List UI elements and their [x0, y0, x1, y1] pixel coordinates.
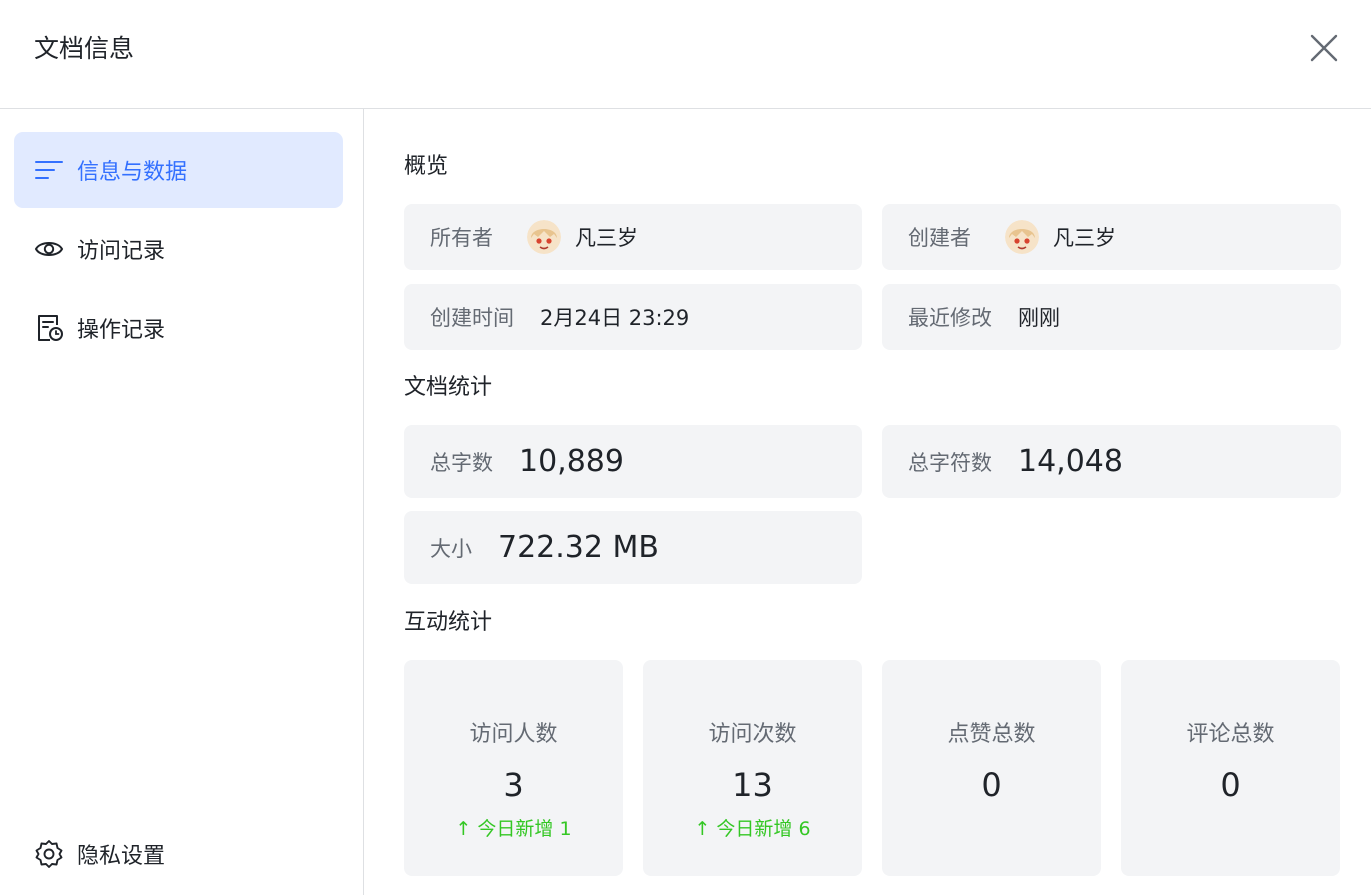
visitors-card: 访问人数 3 ↑ 今日新增 1 [404, 660, 623, 876]
privacy-settings-label: 隐私设置 [77, 844, 166, 869]
size-label: 大小 [430, 536, 472, 561]
modified-time-card: 最近修改 刚刚 [882, 284, 1341, 350]
visitors-label: 访问人数 [469, 722, 558, 747]
sidebar-item-info[interactable]: 信息与数据 [14, 132, 343, 208]
visitors-delta: ↑ 今日新增 1 [455, 818, 572, 840]
doc-stats-title: 文档统计 [404, 375, 493, 400]
size-card: 大小 722.32 MB [404, 511, 862, 584]
privacy-settings-button[interactable]: 隐私设置 [14, 816, 343, 892]
owner-card: 所有者 凡三岁 [404, 204, 862, 270]
char-count-value: 14,048 [1018, 444, 1123, 479]
created-time-card: 创建时间 2月24日 23:29 [404, 284, 862, 350]
modified-time-label: 最近修改 [908, 306, 992, 330]
sidebar: 信息与数据 访问记录 操作记录 隐私设置 [0, 109, 364, 895]
gear-icon [34, 839, 64, 869]
owner-name[interactable]: 凡三岁 [575, 222, 638, 252]
likes-value: 0 [981, 766, 1002, 804]
word-count-label: 总字数 [430, 450, 493, 475]
created-time-value: 2月24日 23:29 [540, 306, 690, 330]
comments-label: 评论总数 [1186, 722, 1275, 747]
visits-label: 访问次数 [708, 722, 797, 747]
close-button[interactable] [1304, 28, 1344, 68]
list-icon [34, 155, 64, 185]
size-value: 722.32 MB [498, 530, 659, 565]
sidebar-item-label: 信息与数据 [77, 160, 188, 185]
interaction-title: 互动统计 [404, 610, 493, 635]
visitors-value: 3 [503, 766, 524, 804]
char-count-label: 总字符数 [908, 450, 992, 475]
owner-label: 所有者 [430, 226, 493, 250]
dialog-header: 文档信息 [0, 0, 1371, 109]
likes-label: 点赞总数 [947, 722, 1036, 747]
avatar[interactable] [1005, 220, 1039, 254]
overview-title: 概览 [404, 154, 449, 179]
sidebar-item-visits[interactable]: 访问记录 [14, 211, 343, 287]
char-count-card: 总字符数 14,048 [882, 425, 1341, 498]
comments-card: 评论总数 0 [1121, 660, 1340, 876]
sidebar-item-label: 访问记录 [77, 239, 166, 264]
dialog-title: 文档信息 [34, 34, 135, 63]
visits-delta: ↑ 今日新增 6 [694, 818, 811, 840]
comments-value: 0 [1220, 766, 1241, 804]
word-count-value: 10,889 [519, 444, 624, 479]
sidebar-item-label: 操作记录 [77, 318, 166, 343]
avatar[interactable] [527, 220, 561, 254]
likes-card: 点赞总数 0 [882, 660, 1101, 876]
visits-card: 访问次数 13 ↑ 今日新增 6 [643, 660, 862, 876]
creator-card: 创建者 凡三岁 [882, 204, 1341, 270]
creator-name[interactable]: 凡三岁 [1053, 222, 1116, 252]
eye-icon [34, 234, 64, 264]
history-doc-icon [34, 313, 64, 343]
close-icon [1310, 34, 1338, 62]
visits-value: 13 [732, 766, 773, 804]
modified-time-value: 刚刚 [1018, 306, 1060, 330]
sidebar-item-operations[interactable]: 操作记录 [14, 290, 343, 366]
created-time-label: 创建时间 [430, 306, 514, 330]
creator-label: 创建者 [908, 226, 971, 250]
word-count-card: 总字数 10,889 [404, 425, 862, 498]
main-content: 概览 所有者 凡三岁 创建者 凡三岁 创建时间 2月24日 23:29 最近修改… [364, 109, 1371, 895]
